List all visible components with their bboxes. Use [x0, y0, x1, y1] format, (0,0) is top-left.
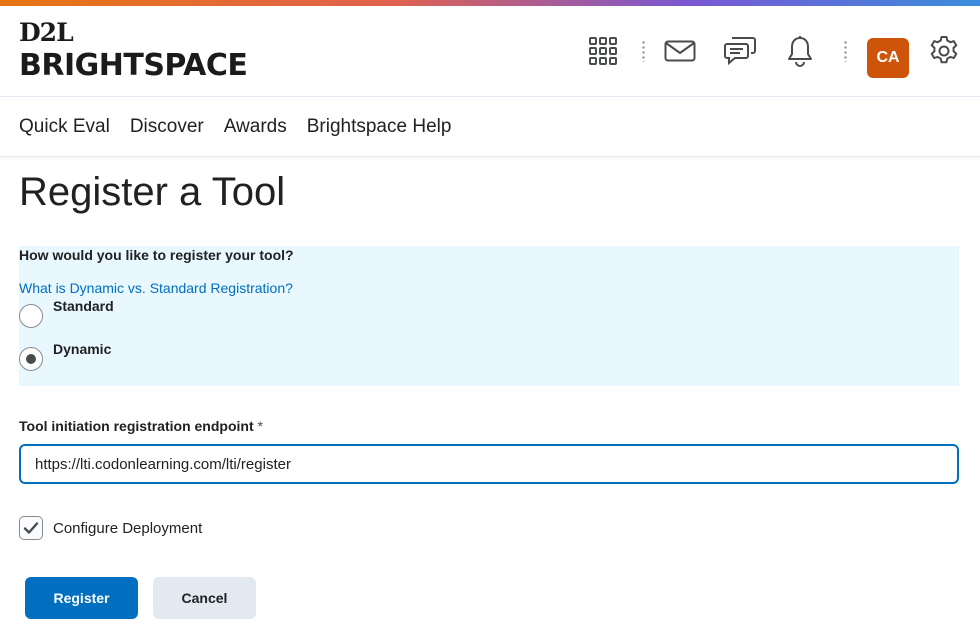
logo-brightspace: BRIGHTSPACE	[19, 48, 248, 83]
registration-help-link[interactable]: What is Dynamic vs. Standard Registratio…	[19, 280, 293, 296]
registration-question: How would you like to register your tool…	[19, 247, 294, 263]
endpoint-label-text: Tool initiation registration endpoint	[19, 418, 254, 434]
configure-deployment-row[interactable]: Configure Deployment	[19, 516, 202, 540]
bell-icon[interactable]	[782, 33, 818, 69]
brightspace-logo[interactable]: D2L BRIGHTSPACE	[19, 18, 248, 83]
configure-deployment-checkbox[interactable]	[19, 516, 43, 540]
radio-label-standard: Standard	[53, 298, 114, 314]
configure-deployment-label: Configure Deployment	[53, 519, 203, 537]
page-title: Register a Tool	[19, 170, 286, 214]
radio-selected-dot	[26, 354, 36, 364]
radio-dynamic[interactable]	[19, 347, 43, 371]
header-divider	[642, 40, 645, 62]
radio-standard[interactable]	[19, 304, 43, 328]
radio-label-dynamic: Dynamic	[53, 341, 112, 357]
checkmark-icon	[23, 522, 39, 534]
gear-icon[interactable]	[926, 33, 962, 69]
required-marker: *	[257, 418, 263, 434]
nav-item-quick-eval[interactable]: Quick Eval	[19, 116, 110, 138]
navbar: Quick Eval Discover Awards Brightspace H…	[0, 98, 980, 157]
waffle-icon[interactable]	[585, 33, 621, 69]
nav-item-discover[interactable]: Discover	[130, 116, 204, 138]
nav-item-awards[interactable]: Awards	[224, 116, 287, 138]
register-button[interactable]: Register	[25, 577, 138, 619]
header-divider	[844, 40, 847, 62]
header: D2L BRIGHTSPACE CA	[0, 6, 980, 97]
endpoint-input[interactable]	[19, 444, 959, 484]
endpoint-label: Tool initiation registration endpoint *	[19, 418, 263, 434]
radio-option-dynamic[interactable]: Dynamic	[19, 341, 111, 371]
registration-panel	[19, 246, 959, 386]
nav-item-brightspace-help[interactable]: Brightspace Help	[307, 116, 452, 138]
mail-icon[interactable]	[662, 33, 698, 69]
chat-icon[interactable]	[722, 33, 758, 69]
radio-option-standard[interactable]: Standard	[19, 298, 114, 328]
user-avatar[interactable]: CA	[867, 38, 909, 78]
cancel-button[interactable]: Cancel	[153, 577, 256, 619]
logo-d2l: D2L	[19, 18, 74, 47]
